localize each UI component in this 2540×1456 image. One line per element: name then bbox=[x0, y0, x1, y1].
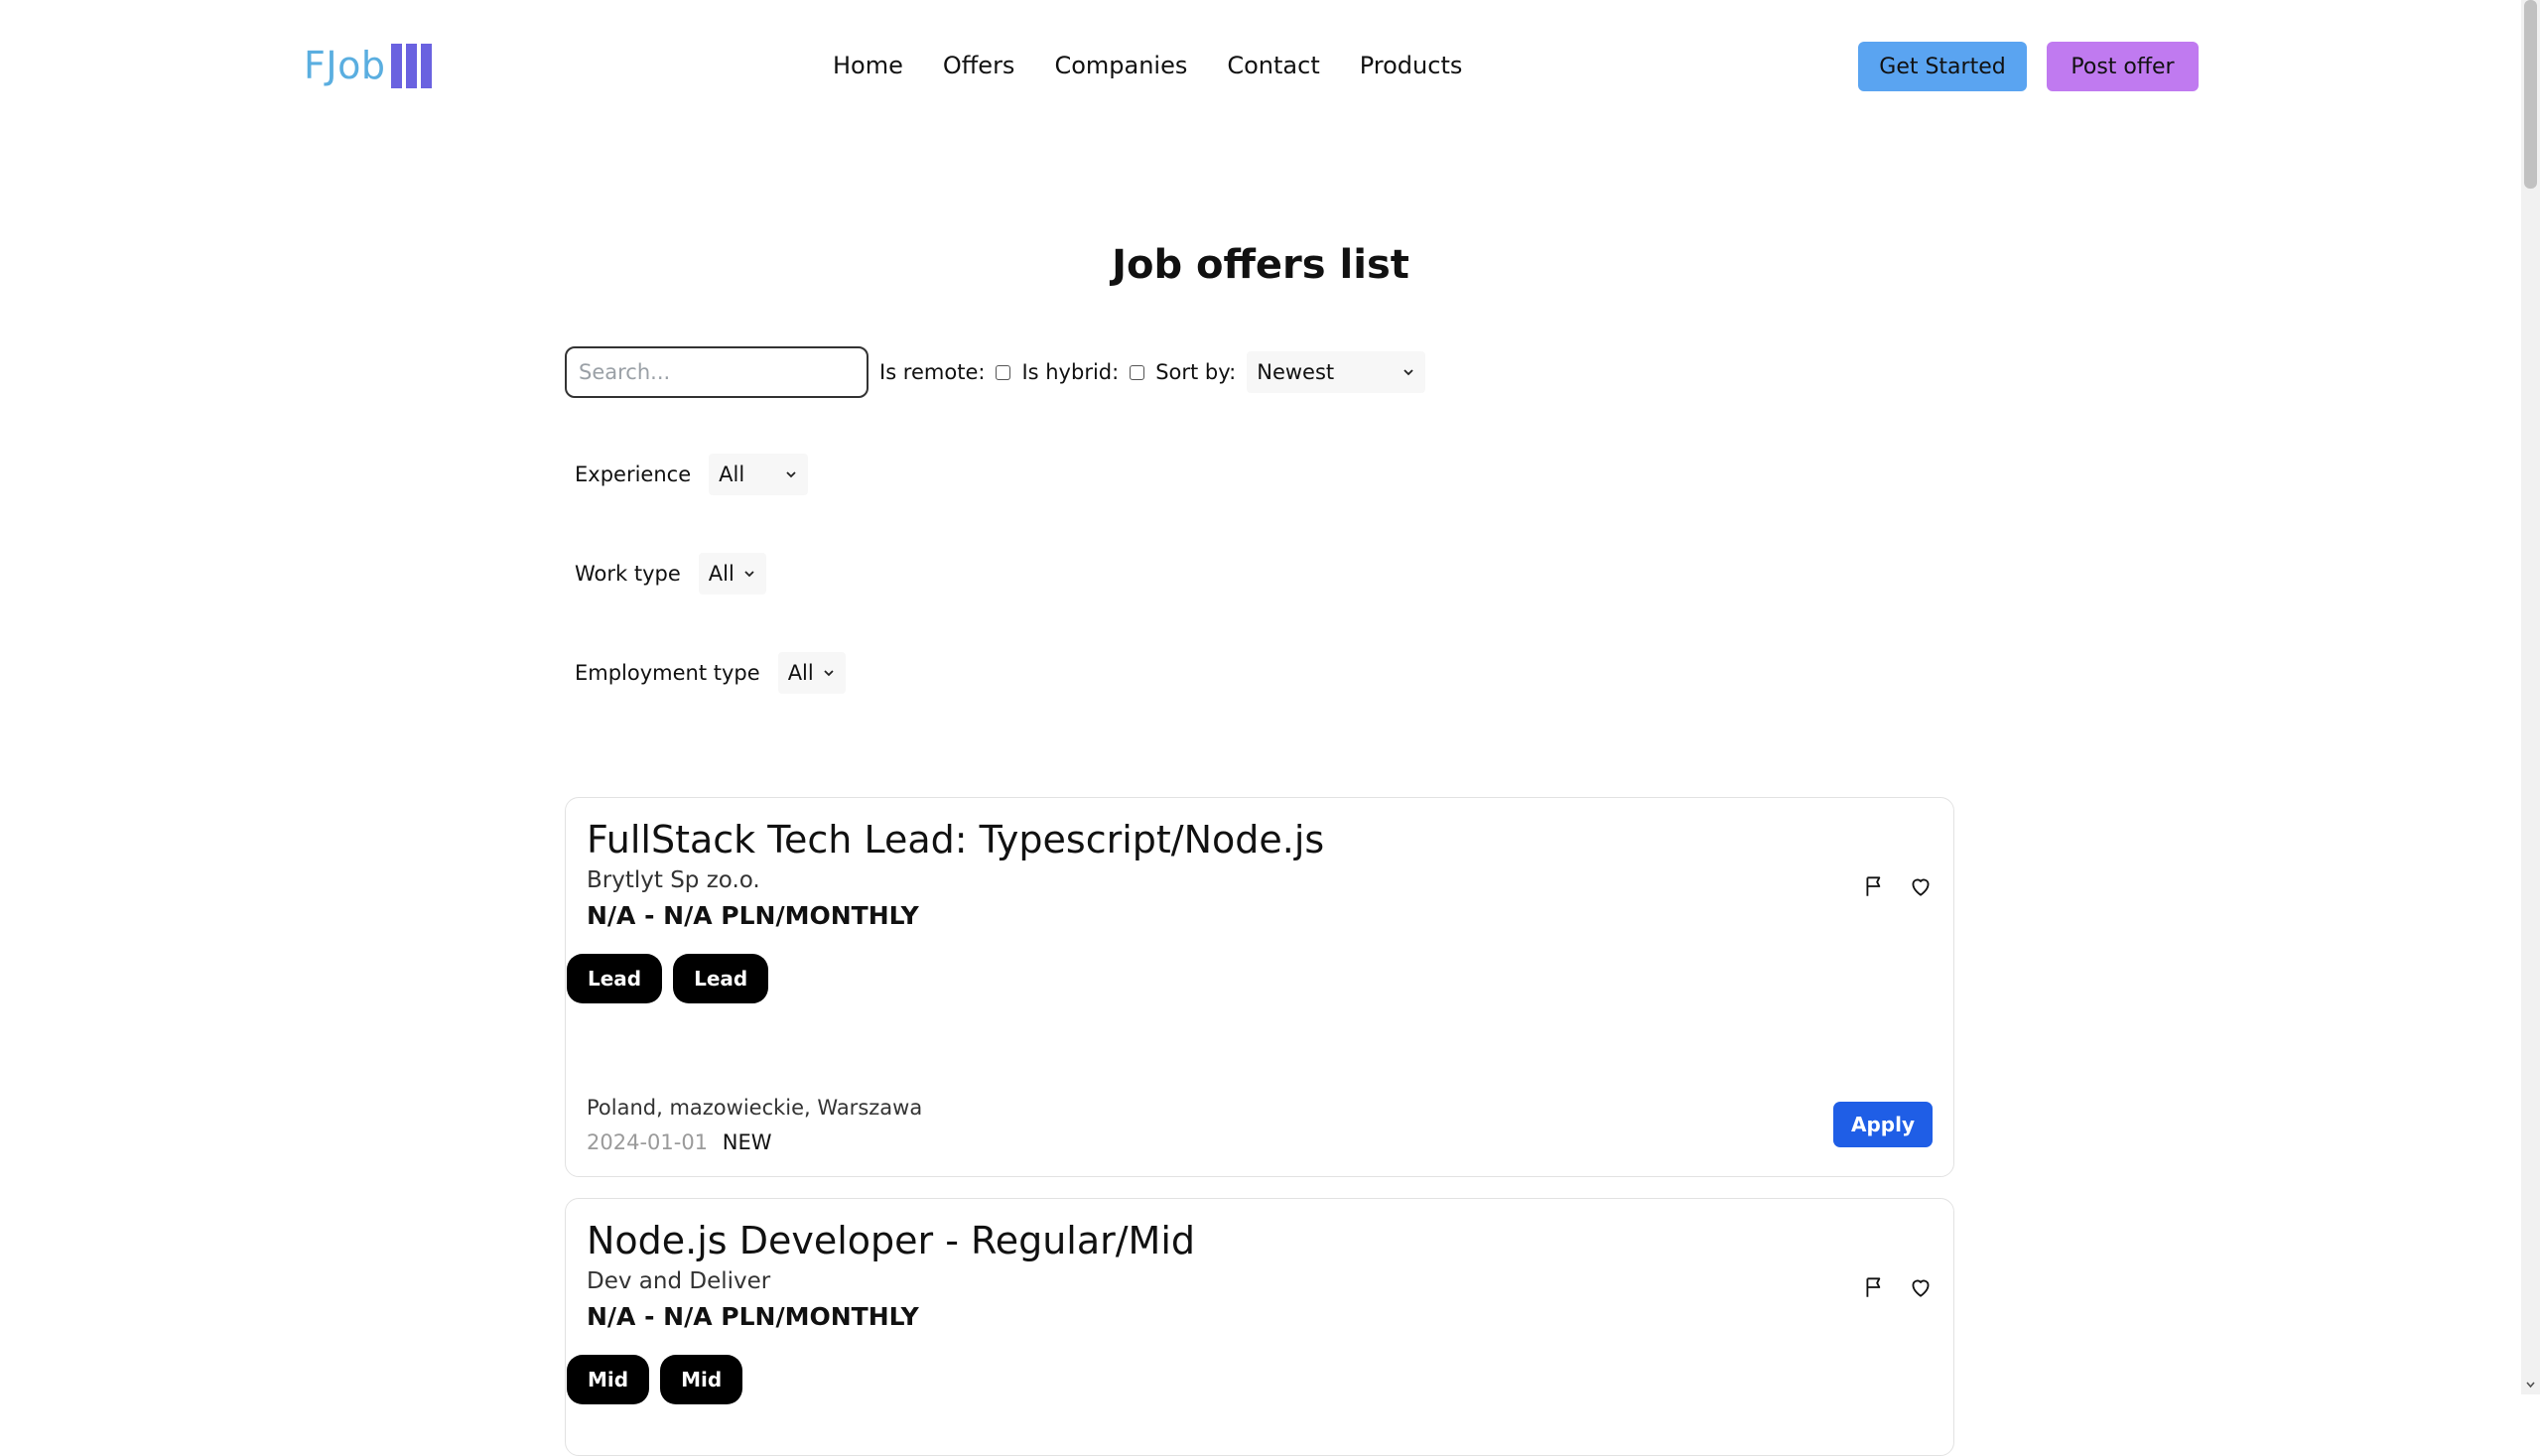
sort-label: Sort by: bbox=[1155, 360, 1237, 384]
page-scrollbar[interactable] bbox=[2521, 0, 2540, 1394]
logo[interactable]: FJob bbox=[304, 42, 433, 89]
offer-tags: Lead Lead bbox=[567, 954, 769, 1003]
remote-label: Is remote: bbox=[879, 360, 986, 384]
site-header: FJob Home Offers Companies Contact Produ… bbox=[0, 0, 2521, 133]
employment-type-select-value: All bbox=[787, 661, 814, 685]
flag-icon[interactable] bbox=[1862, 1274, 1888, 1300]
experience-select-value: All bbox=[719, 463, 745, 486]
new-badge: NEW bbox=[722, 1130, 772, 1154]
experience-label: Experience bbox=[575, 463, 692, 486]
remote-checkbox[interactable] bbox=[996, 364, 1011, 380]
offer-meta: 2024-01-01 NEW bbox=[587, 1130, 771, 1154]
offer-tags: Mid Mid bbox=[567, 1355, 743, 1404]
chevron-down-icon bbox=[786, 471, 796, 478]
heart-icon[interactable] bbox=[1908, 1274, 1934, 1300]
offer-card[interactable]: Node.js Developer - Regular/Mid Dev and … bbox=[565, 1198, 1954, 1456]
offer-actions bbox=[1862, 873, 1934, 899]
experience-select[interactable]: All bbox=[709, 454, 809, 495]
offer-salary: N/A - N/A PLN/MONTHLY bbox=[587, 901, 919, 930]
work-type-filter: Work type All bbox=[575, 548, 766, 599]
offer-title[interactable]: FullStack Tech Lead: Typescript/Node.js bbox=[587, 818, 1324, 861]
offer-location: Poland, mazowieckie, Warszawa bbox=[587, 1096, 923, 1120]
work-type-select-value: All bbox=[708, 562, 735, 586]
nav-contact[interactable]: Contact bbox=[1227, 52, 1319, 79]
offer-tag: Mid bbox=[660, 1355, 743, 1404]
nav-companies[interactable]: Companies bbox=[1054, 52, 1187, 79]
logo-bars-icon bbox=[391, 43, 433, 88]
offer-tag: Lead bbox=[567, 954, 663, 1003]
flag-icon[interactable] bbox=[1862, 873, 1888, 899]
post-offer-button[interactable]: Post offer bbox=[2047, 42, 2199, 91]
offer-card[interactable]: FullStack Tech Lead: Typescript/Node.js … bbox=[565, 797, 1954, 1177]
scrollbar-thumb[interactable] bbox=[2524, 0, 2537, 189]
employment-type-select[interactable]: All bbox=[777, 652, 846, 694]
work-type-label: Work type bbox=[575, 562, 681, 586]
filter-bar: Is remote: Is hybrid: Sort by: Newest bbox=[565, 346, 1426, 398]
employment-type-filter: Employment type All bbox=[575, 647, 846, 699]
hybrid-checkbox[interactable] bbox=[1130, 364, 1145, 380]
experience-filter: Experience All bbox=[575, 449, 809, 500]
nav-offers[interactable]: Offers bbox=[943, 52, 1015, 79]
page-title: Job offers list bbox=[1112, 242, 1409, 288]
offer-date: 2024-01-01 bbox=[587, 1130, 709, 1154]
hybrid-label: Is hybrid: bbox=[1021, 360, 1120, 384]
logo-text: FJob bbox=[304, 44, 386, 87]
offer-tag: Mid bbox=[567, 1355, 650, 1404]
offer-company: Brytlyt Sp zo.o. bbox=[587, 867, 760, 893]
chevron-down-icon bbox=[824, 670, 834, 677]
offer-actions bbox=[1862, 1274, 1934, 1300]
offer-salary: N/A - N/A PLN/MONTHLY bbox=[587, 1302, 919, 1331]
offer-title[interactable]: Node.js Developer - Regular/Mid bbox=[587, 1219, 1195, 1262]
scroll-down-arrow-icon[interactable] bbox=[2525, 1380, 2536, 1390]
sort-select[interactable]: Newest bbox=[1247, 351, 1426, 393]
search-input[interactable] bbox=[565, 346, 869, 398]
offer-company: Dev and Deliver bbox=[587, 1268, 771, 1294]
get-started-button[interactable]: Get Started bbox=[1858, 42, 2027, 91]
chevron-down-icon bbox=[744, 571, 754, 578]
nav-products[interactable]: Products bbox=[1360, 52, 1463, 79]
main-nav: Home Offers Companies Contact Products bbox=[833, 48, 1462, 83]
chevron-down-icon bbox=[1404, 369, 1413, 376]
work-type-select[interactable]: All bbox=[698, 553, 766, 595]
offer-tag: Lead bbox=[673, 954, 769, 1003]
employment-type-label: Employment type bbox=[575, 661, 760, 685]
nav-home[interactable]: Home bbox=[833, 52, 903, 79]
sort-select-value: Newest bbox=[1257, 360, 1335, 384]
heart-icon[interactable] bbox=[1908, 873, 1934, 899]
apply-button[interactable]: Apply bbox=[1833, 1102, 1933, 1147]
